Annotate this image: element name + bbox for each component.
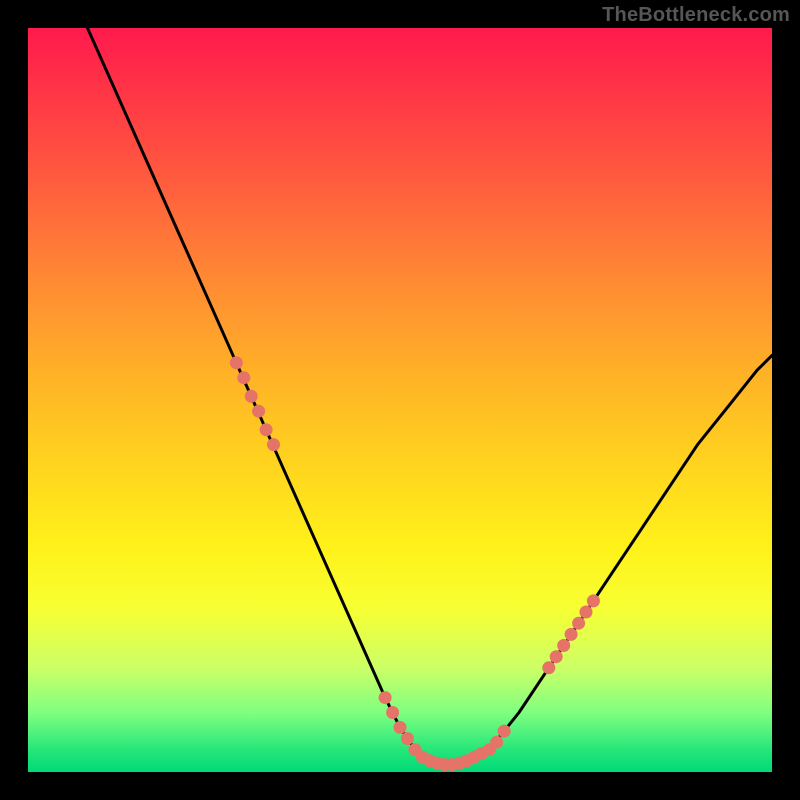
curve-marker [557, 639, 570, 652]
marker-group [230, 356, 600, 771]
curve-marker [252, 405, 265, 418]
curve-marker [260, 423, 273, 436]
curve-marker [498, 725, 511, 738]
curve-marker [490, 736, 503, 749]
bottleneck-curve-svg [28, 28, 772, 772]
curve-marker [550, 650, 563, 663]
curve-marker [230, 356, 243, 369]
chart-plot-area [28, 28, 772, 772]
curve-marker [386, 706, 399, 719]
curve-marker [394, 721, 407, 734]
curve-marker [379, 691, 392, 704]
curve-marker [245, 390, 258, 403]
bottleneck-curve-path [88, 28, 773, 765]
curve-marker [587, 594, 600, 607]
curve-marker [237, 371, 250, 384]
curve-marker [572, 617, 585, 630]
curve-marker [401, 732, 414, 745]
watermark-label: TheBottleneck.com [602, 4, 790, 27]
curve-marker [565, 628, 578, 641]
curve-marker [542, 661, 555, 674]
curve-marker [267, 438, 280, 451]
curve-group [88, 28, 773, 765]
curve-marker [580, 606, 593, 619]
